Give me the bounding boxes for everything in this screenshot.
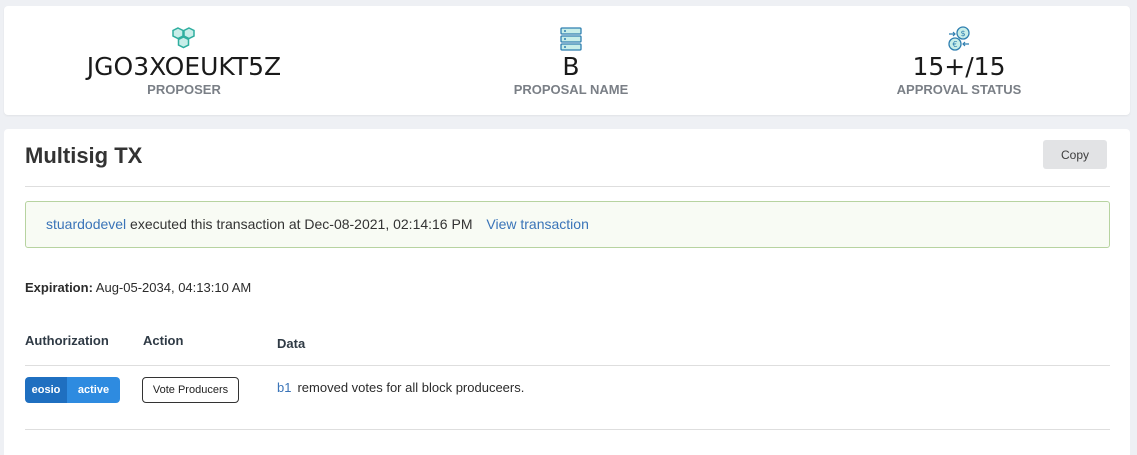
server-stack-icon: [560, 27, 582, 51]
execution-message: executed this transaction at Dec-08-2021…: [126, 216, 473, 232]
data-cell: b1 removed votes for all block produceers…: [277, 380, 524, 395]
stat-approval-status: $ € 15+/15 APPROVAL STATUS: [809, 24, 1109, 97]
page-title: Multisig TX: [25, 143, 143, 168]
multisig-card: Multisig TX Copy stuardodevel executed t…: [4, 129, 1130, 455]
view-transaction-link[interactable]: View transaction: [486, 216, 588, 232]
data-description: removed votes for all block produceers.: [297, 380, 525, 395]
auth-actor: eosio: [25, 377, 67, 403]
approval-status-label: APPROVAL STATUS: [896, 82, 1022, 97]
stat-proposer: JGO3XOEUKT5Z PROPOSER: [34, 24, 334, 97]
execution-alert: stuardodevel executed this transaction a…: [25, 201, 1110, 248]
expiration: Expiration: Aug-05-2034, 04:13:10 AM: [25, 280, 251, 295]
svg-text:$: $: [960, 29, 965, 38]
data-account-link[interactable]: b1: [277, 380, 291, 395]
authorization-badge[interactable]: eosio active: [25, 377, 120, 403]
stat-proposal-name: B PROPOSAL NAME: [421, 24, 721, 97]
column-header-data: Data: [277, 336, 306, 351]
table-header-divider: [25, 365, 1110, 366]
expiration-value: Aug-05-2034, 04:13:10 AM: [92, 280, 252, 295]
proposer-value: JGO3XOEUKT5Z: [86, 52, 282, 81]
currency-exchange-icon: $ €: [948, 26, 970, 51]
approval-status-value: 15+/15: [912, 52, 1006, 81]
column-header-authorization: Authorization: [25, 333, 109, 348]
proposal-name-label: PROPOSAL NAME: [513, 82, 629, 97]
copy-button[interactable]: Copy: [1043, 140, 1107, 169]
action-vote-producers-button[interactable]: Vote Producers: [142, 377, 239, 403]
svg-text:€: €: [952, 40, 957, 49]
expiration-label: Expiration:: [25, 280, 93, 295]
auth-permission: active: [67, 377, 120, 403]
stats-card: JGO3XOEUKT5Z PROPOSER B PROPOSAL NAME $ …: [4, 6, 1130, 115]
divider: [25, 186, 1110, 187]
proposer-label: PROPOSER: [147, 82, 221, 97]
table-row-divider: [25, 429, 1110, 430]
column-header-action: Action: [143, 333, 184, 348]
hexagon-cluster-icon: [172, 27, 195, 49]
executor-link[interactable]: stuardodevel: [46, 216, 126, 232]
proposal-name-value: B: [562, 52, 580, 81]
